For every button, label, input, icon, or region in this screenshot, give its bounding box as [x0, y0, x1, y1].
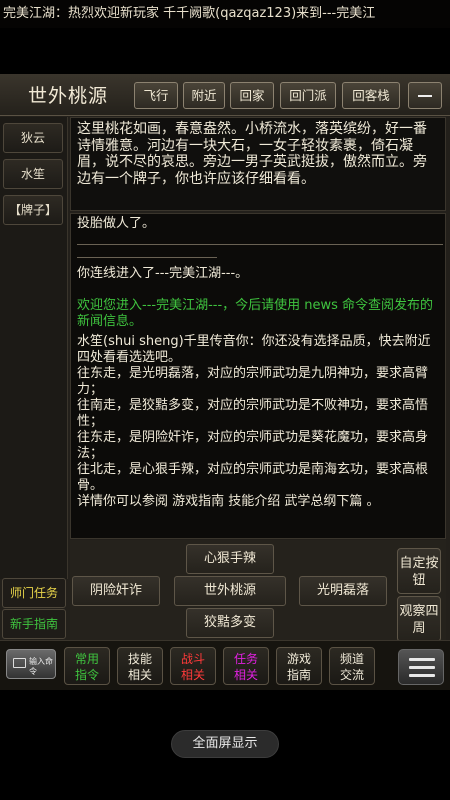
npc-shui-sheng[interactable]: 水笙	[3, 159, 63, 189]
menu-icon-bar	[409, 658, 435, 661]
guide-message[interactable]: 详情你可以参阅 游戏指南 技能介绍 武学总纲下篇 。	[77, 494, 439, 510]
marquee-announcement: 完美江湖：热烈欢迎新玩家 千千阙歌(qazqaz123)来到---完美江	[0, 0, 450, 28]
divider	[77, 257, 217, 258]
toolbar-label: 相关	[233, 668, 258, 682]
npc-sign[interactable]: 【牌子】	[3, 195, 63, 225]
toolbar-label: 常用	[74, 652, 99, 666]
combat-button[interactable]: 战斗 相关	[170, 647, 216, 685]
direction-hint: 往南走，是狡黠多变，对应的宗师武功是不败神功，要求高悟性；	[77, 398, 429, 429]
direction-hint: 往东走，是光明磊落，对应的宗师武功是九阴神功，要求高臂力；	[77, 366, 429, 397]
bottom-toolbar: 输入命令 常用 指令 技能 相关 战斗 相关 任务 相关 游戏 指南 频道 交流	[0, 640, 450, 690]
log-line: 你连线进入了---完美江湖---。	[77, 266, 249, 281]
toolbar-label: 战斗	[180, 652, 205, 666]
channel-chat-button[interactable]: 频道 交流	[329, 647, 375, 685]
toolbar-label: 任务	[233, 652, 258, 666]
sect-task-button[interactable]: 师门任务	[2, 578, 66, 608]
observe-button[interactable]: 观察四周	[397, 596, 441, 642]
return-sect-button[interactable]: 回门派	[280, 82, 336, 109]
input-command-label: 输入命令	[29, 657, 53, 676]
toolbar-label: 游戏	[286, 652, 311, 666]
menu-icon-bar	[409, 666, 435, 669]
input-command-button[interactable]: 输入命令	[6, 649, 56, 679]
log-line: 投胎做人了。	[77, 216, 156, 231]
direction-hint: 往北走，是心狠手辣，对应的宗师武功是南海玄功，要求高根骨。	[77, 462, 429, 493]
message-log: 投胎做人了。 你连线进入了---完美江湖---。 欢迎您进入---完美江湖---…	[70, 213, 446, 539]
fullscreen-button[interactable]: 全面屏显示	[171, 730, 279, 758]
custom-button[interactable]: 自定按钮	[397, 548, 441, 594]
welcome-message: 欢迎您进入---完美江湖---，今后请使用 news 命令查阅发布的新闻信息。	[77, 298, 434, 329]
minus-icon	[418, 95, 432, 97]
common-commands-button[interactable]: 常用 指令	[64, 647, 110, 685]
tasks-button[interactable]: 任务 相关	[223, 647, 269, 685]
room-title-bar: 世外桃源 飞行 附近 回家 回门派 回客栈	[0, 74, 450, 116]
return-inn-button[interactable]: 回客栈	[342, 82, 400, 109]
room-name: 世外桃源	[28, 85, 109, 107]
direction-hint: 往东走，是阴险奸诈，对应的宗师武功是葵花魔功，要求高身法；	[77, 430, 429, 461]
divider	[77, 244, 443, 245]
keyboard-icon	[13, 658, 26, 668]
main-menu-button[interactable]	[398, 649, 444, 685]
exit-current-room[interactable]: 世外桃源	[174, 576, 286, 606]
toolbar-label: 交流	[339, 668, 364, 682]
npc-list: 狄云 水笙 【牌子】	[0, 117, 68, 579]
direction-pad: 心狠手辣 阴险奸诈 世外桃源 光明磊落 狡黠多变 自定按钮 观察四周	[70, 540, 446, 642]
toolbar-label: 频道	[339, 652, 364, 666]
npc-di-yun[interactable]: 狄云	[3, 123, 63, 153]
home-button[interactable]: 回家	[230, 82, 274, 109]
nearby-button[interactable]: 附近	[183, 82, 225, 109]
menu-icon-bar	[409, 674, 435, 677]
toolbar-label: 相关	[180, 668, 205, 682]
toolbar-label: 指令	[74, 668, 99, 682]
game-frame: 世外桃源 飞行 附近 回家 回门派 回客栈 狄云 水笙 【牌子】 这里桃花如画，…	[0, 74, 450, 690]
toolbar-label: 相关	[127, 668, 152, 682]
newbie-guide-button[interactable]: 新手指南	[2, 609, 66, 639]
collapse-menu-button[interactable]	[408, 82, 442, 109]
toolbar-label: 指南	[286, 668, 311, 682]
exit-south[interactable]: 狡黠多变	[186, 608, 274, 638]
exit-east[interactable]: 光明磊落	[299, 576, 387, 606]
fly-button[interactable]: 飞行	[134, 82, 178, 109]
shui-sheng-message: 水笙(shui sheng)千里传音你：你还没有选择品质，快去附近四处看看选选吧…	[77, 334, 431, 365]
toolbar-label: 技能	[127, 652, 152, 666]
exit-north[interactable]: 心狠手辣	[186, 544, 274, 574]
skills-button[interactable]: 技能 相关	[117, 647, 163, 685]
exit-west[interactable]: 阴险奸诈	[72, 576, 160, 606]
game-guide-button[interactable]: 游戏 指南	[276, 647, 322, 685]
room-description: 这里桃花如画，春意盎然。小桥流水，落英缤纷，好一番诗情雅意。河边有一块大石，一女…	[70, 117, 446, 211]
